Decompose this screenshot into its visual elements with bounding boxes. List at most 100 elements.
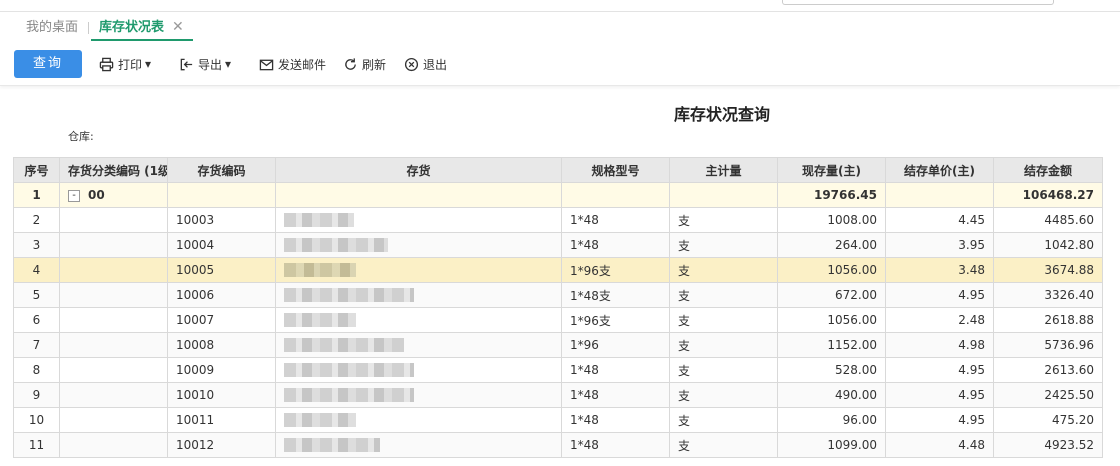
column-header[interactable]: 存货 xyxy=(275,157,562,183)
cell-qty: 528.00 xyxy=(777,357,886,383)
cell-category xyxy=(59,207,168,233)
redacted-item-name xyxy=(284,338,404,353)
column-header[interactable]: 规格型号 xyxy=(561,157,670,183)
send-email-label: 发送邮件 xyxy=(278,57,327,72)
cell-price: 4.95 xyxy=(885,407,994,433)
refresh-button[interactable]: 刷新 xyxy=(343,55,386,73)
cell-code: 10010 xyxy=(167,382,276,408)
cell-spec: 1*96 xyxy=(561,332,670,358)
export-icon xyxy=(180,58,193,70)
cell-qty: 1056.00 xyxy=(777,257,886,283)
cell-code: 10007 xyxy=(167,307,276,333)
cell-item xyxy=(275,382,562,408)
cell-qty: 1152.00 xyxy=(777,332,886,358)
cell-category xyxy=(59,382,168,408)
cell-category xyxy=(59,332,168,358)
table-row[interactable]: 11 10012 1*48 支 1099.00 4.48 4923.52 xyxy=(13,432,1103,458)
cell-item xyxy=(275,407,562,433)
report-title: 库存状况查询 xyxy=(674,105,771,124)
cell-unit: 支 xyxy=(669,432,778,458)
cell-price: 2.48 xyxy=(885,307,994,333)
column-header[interactable]: 现存量(主) xyxy=(777,157,886,183)
cell-amount: 4485.60 xyxy=(993,207,1103,233)
tab-separator xyxy=(88,22,89,34)
exit-button[interactable]: 退出 xyxy=(404,55,447,73)
mail-icon xyxy=(259,59,274,70)
cell-qty: 19766.45 xyxy=(777,182,886,208)
cell-unit: 支 xyxy=(669,282,778,308)
send-email-button[interactable]: 发送邮件 xyxy=(259,55,326,73)
cell-category xyxy=(59,407,168,433)
table-row[interactable]: 5 10006 1*48支支 672.00 4.95 3326.40 xyxy=(13,282,1103,308)
column-header[interactable]: 结存金额 xyxy=(993,157,1103,183)
cell-price: 3.95 xyxy=(885,232,994,258)
toolbar: 查询 打印 ▾ 导出 ▾ 发送邮件 刷新 退出 xyxy=(0,42,1120,86)
cell-seq: 3 xyxy=(13,232,60,258)
column-header[interactable]: 结存单价(主) xyxy=(885,157,994,183)
summary-row[interactable]: 1 -00 19766.45 106468.27 xyxy=(13,182,1103,208)
cell-spec: 1*96支 xyxy=(561,307,670,333)
table-row[interactable]: 10 10011 1*48 支 96.00 4.95 475.20 xyxy=(13,407,1103,433)
cell-code: 10012 xyxy=(167,432,276,458)
cell-amount: 2618.88 xyxy=(993,307,1103,333)
table-row[interactable]: 7 10008 1*96 支 1152.00 4.98 5736.96 xyxy=(13,332,1103,358)
cell-code: 10004 xyxy=(167,232,276,258)
redacted-item-name xyxy=(284,413,356,428)
cell-qty: 264.00 xyxy=(777,232,886,258)
cell-spec: 1*48 xyxy=(561,407,670,433)
cell-seq: 8 xyxy=(13,357,60,383)
export-label: 导出 xyxy=(198,57,223,72)
tab-inventory-report[interactable]: 库存状况表 xyxy=(99,20,164,36)
cell-spec: 1*48 xyxy=(561,432,670,458)
cell-code: 10011 xyxy=(167,407,276,433)
redacted-item-name xyxy=(284,313,356,328)
column-header[interactable]: 存货编码 xyxy=(167,157,276,183)
table-row[interactable]: 9 10010 1*48 支 490.00 4.95 2425.50 xyxy=(13,382,1103,408)
cell-qty: 1099.00 xyxy=(777,432,886,458)
column-header[interactable]: 序号 xyxy=(13,157,60,183)
cell-price: 4.95 xyxy=(885,382,994,408)
cell-amount: 2425.50 xyxy=(993,382,1103,408)
redacted-item-name xyxy=(284,438,380,453)
print-button[interactable]: 打印 ▾ xyxy=(99,55,151,73)
redacted-item-name xyxy=(284,263,356,278)
export-button[interactable]: 导出 ▾ xyxy=(179,55,231,73)
refresh-icon xyxy=(345,57,356,70)
cell-unit: 支 xyxy=(669,357,778,383)
cell-seq: 4 xyxy=(13,257,60,283)
table-row[interactable]: 8 10009 1*48 支 528.00 4.95 2613.60 xyxy=(13,357,1103,383)
category-code: 00 xyxy=(88,188,105,202)
table-row[interactable]: 2 10003 1*48 支 1008.00 4.45 4485.60 xyxy=(13,207,1103,233)
cell-spec: 1*48支 xyxy=(561,282,670,308)
cell-unit: 支 xyxy=(669,332,778,358)
table-row[interactable]: 4 10005 1*96支支 1056.00 3.48 3674.88 xyxy=(13,257,1103,283)
tab-home[interactable]: 我的桌面 xyxy=(26,20,78,36)
inventory-table: 序号 存货分类编码 (1级 存货编码 存货 规格型号 主计量 现存量(主) 结存… xyxy=(13,157,1103,458)
cell-qty: 1056.00 xyxy=(777,307,886,333)
close-icon[interactable]: ✕ xyxy=(172,19,184,35)
cell-unit: 支 xyxy=(669,307,778,333)
cell-category xyxy=(59,307,168,333)
column-header[interactable]: 主计量 xyxy=(669,157,778,183)
table-row[interactable]: 3 10004 1*48 支 264.00 3.95 1042.80 xyxy=(13,232,1103,258)
cell-seq: 11 xyxy=(13,432,60,458)
column-header[interactable]: 存货分类编码 (1级 xyxy=(59,157,168,183)
cell-code: 10006 xyxy=(167,282,276,308)
collapse-icon[interactable]: - xyxy=(68,189,80,202)
cell-category xyxy=(59,232,168,258)
cell-category xyxy=(59,432,168,458)
cell-item xyxy=(275,357,562,383)
printer-icon xyxy=(99,57,114,71)
cell-amount: 475.20 xyxy=(993,407,1103,433)
top-search-box[interactable] xyxy=(782,0,1054,5)
cell-code: 10003 xyxy=(167,207,276,233)
cell-seq: 9 xyxy=(13,382,60,408)
close-circle-icon xyxy=(404,57,419,71)
warehouse-label: 仓库: xyxy=(68,130,94,143)
cell-amount: 4923.52 xyxy=(993,432,1103,458)
cell-price: 4.45 xyxy=(885,207,994,233)
cell-price: 4.48 xyxy=(885,432,994,458)
cell-item xyxy=(275,257,562,283)
query-button[interactable]: 查询 xyxy=(14,50,82,78)
table-row[interactable]: 6 10007 1*96支支 1056.00 2.48 2618.88 xyxy=(13,307,1103,333)
